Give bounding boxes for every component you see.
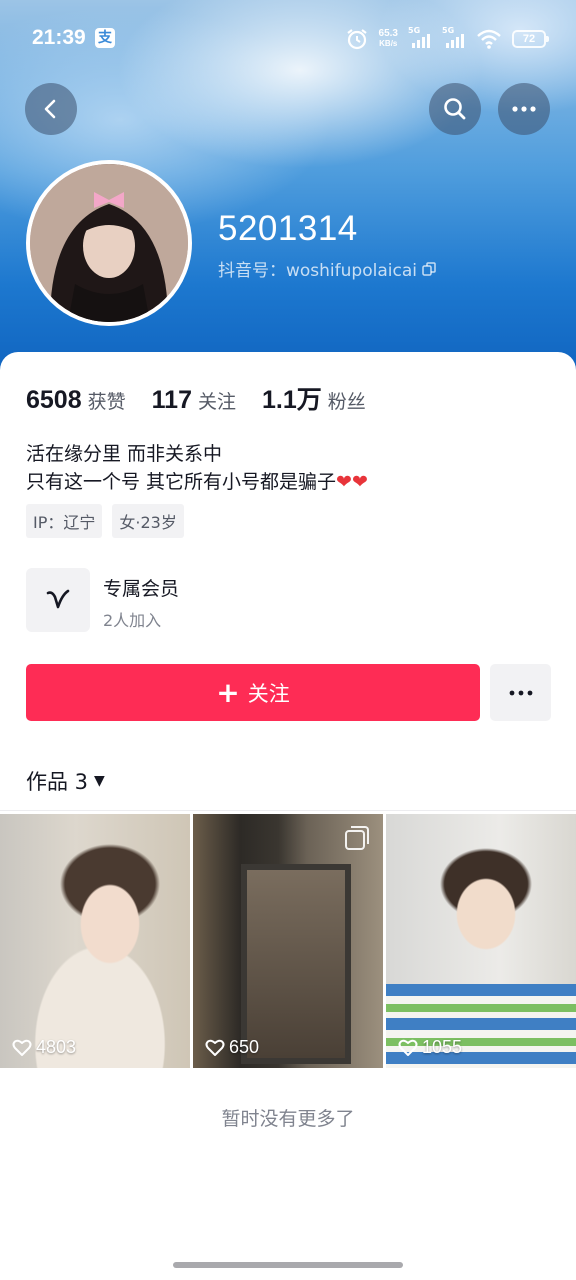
follow-label: 关注 [247, 681, 290, 706]
video-likes: 1055 [398, 1037, 462, 1058]
stat-following[interactable]: 117 关注 [152, 386, 236, 415]
stat-label: 关注 [197, 391, 236, 413]
battery-icon: 72 [512, 30, 549, 48]
stat-label: 获赞 [87, 391, 126, 413]
home-indicator[interactable] [173, 1262, 403, 1268]
wifi-icon [477, 29, 501, 49]
bio-line-with-hearts: 只有这一个号 其它所有小号都是骗子❤❤ [26, 468, 368, 496]
thumbnail-image [241, 864, 351, 1064]
search-icon [444, 98, 466, 120]
avatar-image [30, 164, 188, 322]
video-thumbnail[interactable]: 650 [193, 814, 383, 1068]
douyin-id-text: 抖音号：woshifupolaicai [218, 261, 417, 281]
more-options-button[interactable] [498, 83, 550, 135]
more-dots-icon [509, 690, 532, 695]
no-more-content-text: 暂时没有更多了 [221, 1108, 355, 1130]
heart-outline-icon [12, 1039, 32, 1056]
works-tab[interactable]: 作品 3 ▼ [26, 766, 105, 796]
divider [0, 810, 576, 811]
v-logo-icon [46, 589, 70, 609]
heart-emoji-icon: ❤ [351, 471, 368, 493]
heart-emoji-icon: ❤ [336, 471, 352, 493]
douyin-id[interactable]: 抖音号：woshifupolaicai [218, 256, 437, 281]
chevron-left-icon [44, 99, 56, 119]
signal-icon: 5G [442, 26, 466, 50]
video-thumbnail[interactable]: 1055 [386, 814, 576, 1068]
heart-outline-icon [398, 1039, 418, 1056]
stat-followers[interactable]: 1.1万 粉丝 [262, 380, 366, 416]
exclusive-membership-entry[interactable]: 专属会员 2人加入 [26, 568, 556, 634]
stat-value: 6508 [26, 386, 82, 414]
status-indicators: 65.3 KB/s 5G 5G 72 [345, 24, 549, 54]
follow-button[interactable]: + 关注 [26, 664, 480, 721]
video-likes-count: 1055 [422, 1037, 463, 1057]
heart-outline-icon [205, 1039, 225, 1056]
bio: 活在缘分里 而非关系中 只有这一个号 其它所有小号都是骗子❤❤ [26, 440, 368, 496]
stat-value: 1.1万 [262, 386, 322, 414]
status-time: 21:39 [32, 26, 86, 49]
back-button[interactable] [25, 83, 77, 135]
search-button[interactable] [429, 83, 481, 135]
alipay-icon: 支 [95, 28, 115, 48]
stat-likes: 6508 获赞 [26, 386, 126, 415]
signal-icon: 5G [408, 26, 432, 50]
video-likes: 4803 [12, 1037, 76, 1058]
gender-age-tag: 女·23岁 [112, 504, 184, 538]
membership-subtitle: 2人加入 [103, 611, 162, 630]
more-dots-icon [512, 106, 536, 112]
follow-more-button[interactable] [490, 664, 551, 721]
video-likes-count: 650 [229, 1037, 260, 1057]
stat-label: 粉丝 [327, 391, 366, 413]
status-bar: 21:39 支 65.3 KB/s 5G 5G 72 [0, 0, 576, 80]
profile-sheet: 6508 获赞 117 关注 1.1万 粉丝 活在缘分里 而非关系中 只有这一个… [0, 352, 576, 1280]
video-grid: 4803 650 1055 [0, 814, 576, 1068]
membership-title: 专属会员 [103, 578, 180, 600]
ip-location-tag: IP：辽宁 [26, 504, 103, 538]
bio-line: 只有这一个号 其它所有小号都是骗子 [26, 471, 337, 493]
works-title: 作品 3 [26, 770, 89, 794]
bio-line: 活在缘分里 而非关系中 [26, 443, 223, 465]
caret-down-icon: ▼ [94, 773, 105, 789]
network-speed: 65.3 KB/s [379, 29, 398, 49]
profile-name: 5201314 [218, 209, 358, 248]
video-likes: 650 [205, 1037, 259, 1058]
video-thumbnail[interactable]: 4803 [0, 814, 190, 1068]
profile-tags: IP：辽宁 女·23岁 [26, 504, 184, 538]
plus-icon: + [216, 675, 240, 709]
video-likes-count: 4803 [36, 1037, 77, 1057]
profile-stats: 6508 获赞 117 关注 1.1万 粉丝 [26, 380, 366, 416]
network-speed-value: 65.3 [378, 28, 398, 39]
copy-icon[interactable] [421, 261, 437, 277]
stat-value: 117 [151, 386, 192, 414]
network-speed-unit: KB/s [379, 39, 398, 48]
alarm-icon [346, 29, 367, 50]
membership-icon [26, 568, 90, 632]
multi-image-icon [345, 826, 369, 850]
avatar[interactable] [26, 160, 192, 326]
